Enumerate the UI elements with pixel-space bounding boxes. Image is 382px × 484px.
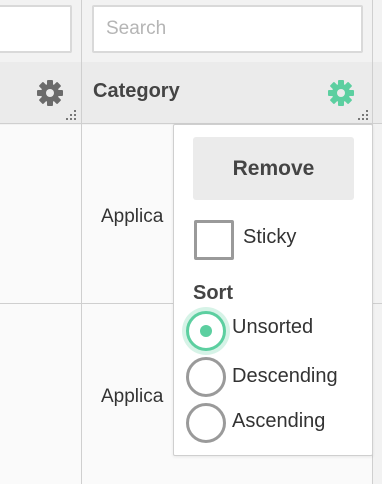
resize-handle-icon[interactable] bbox=[64, 108, 78, 122]
category-cell-text: Applica bbox=[101, 206, 164, 227]
sticky-label: Sticky bbox=[243, 226, 297, 248]
search-input[interactable] bbox=[92, 5, 363, 53]
table-cell[interactable] bbox=[0, 304, 81, 484]
sort-descending-label[interactable]: Descending bbox=[232, 365, 338, 388]
category-cell-text: Applica bbox=[101, 386, 164, 407]
sort-descending-radio[interactable] bbox=[186, 357, 226, 397]
resize-handle-icon[interactable] bbox=[356, 108, 370, 122]
sort-unsorted-label[interactable]: Unsorted bbox=[232, 316, 313, 339]
sort-section-title: Sort bbox=[193, 282, 233, 304]
sort-ascending-label[interactable]: Ascending bbox=[232, 410, 325, 433]
table-cell[interactable] bbox=[0, 125, 81, 303]
column-divider bbox=[81, 0, 82, 484]
sort-unsorted-radio[interactable] bbox=[186, 311, 226, 351]
category-column-title: Category bbox=[93, 80, 180, 102]
gear-icon[interactable] bbox=[35, 78, 65, 108]
left-column-filter-input[interactable] bbox=[0, 5, 72, 53]
remove-column-button[interactable]: Remove bbox=[193, 137, 354, 200]
sort-ascending-radio[interactable] bbox=[186, 403, 226, 443]
active-gear-icon[interactable] bbox=[326, 78, 356, 108]
sticky-checkbox[interactable] bbox=[194, 220, 234, 260]
